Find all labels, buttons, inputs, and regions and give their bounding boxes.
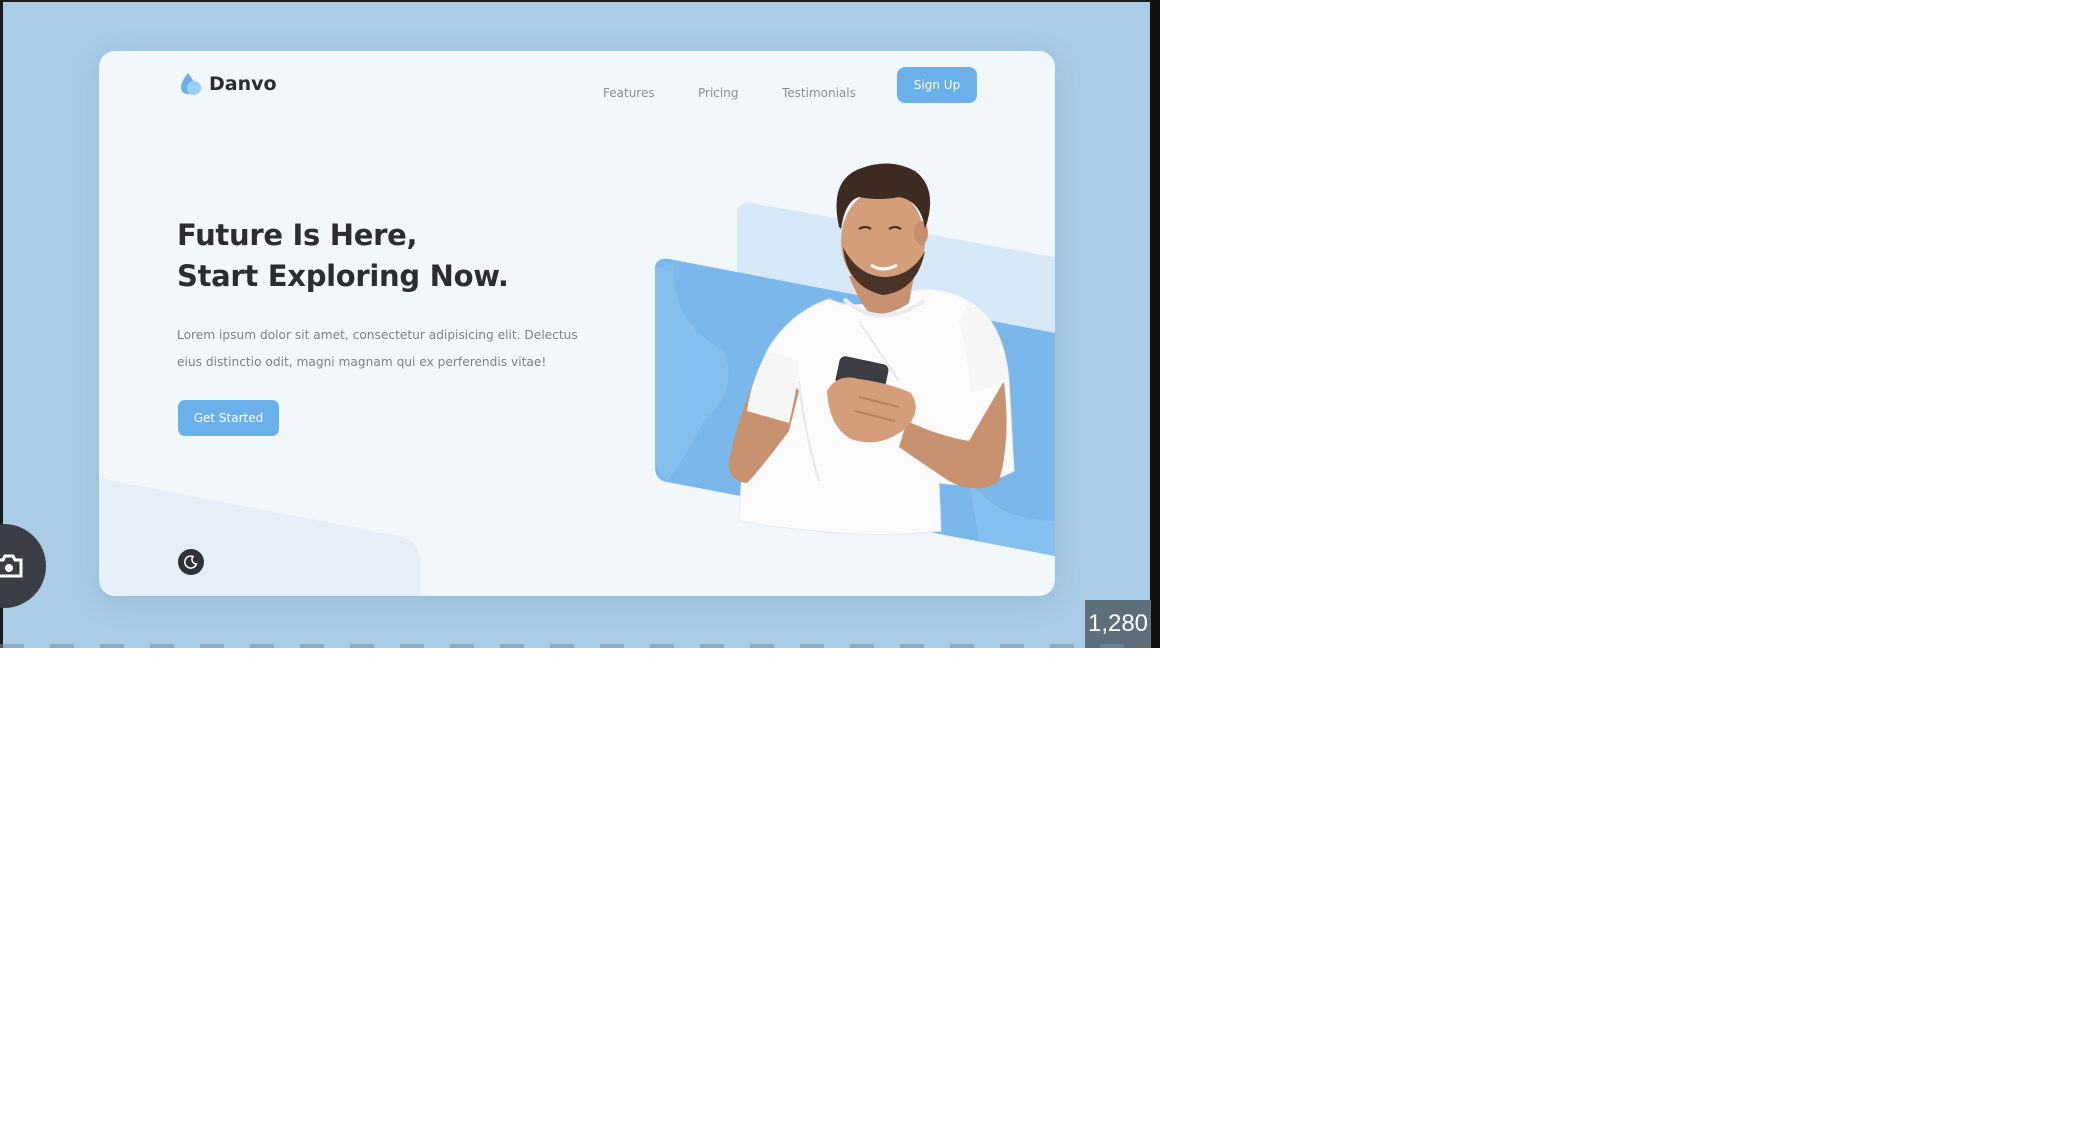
hero-description: Lorem ipsum dolor sit amet, consectetur … bbox=[177, 322, 597, 376]
frame-bottom-edge bbox=[0, 644, 1150, 648]
headline-line-1: Future Is Here, bbox=[177, 218, 418, 252]
nav-link-pricing[interactable]: Pricing bbox=[698, 78, 738, 108]
camera-icon bbox=[0, 554, 23, 578]
frame-edge-top bbox=[0, 0, 1160, 2]
description-line-1: Lorem ipsum dolor sit amet, consectetur … bbox=[177, 328, 578, 342]
nav-link-features[interactable]: Features bbox=[603, 78, 655, 108]
headline-line-2: Start Exploring Now. bbox=[177, 259, 509, 293]
sign-up-button[interactable]: Sign Up bbox=[897, 67, 977, 103]
description-line-2: eius distinctio odit, magni magnam qui e… bbox=[177, 355, 547, 369]
theme-toggle-button[interactable] bbox=[178, 549, 204, 575]
screenshot-frame: Danvo Features Pricing Testimonials Sign… bbox=[0, 0, 1160, 648]
frame-edge-right bbox=[1150, 0, 1160, 648]
landing-page-card: Danvo Features Pricing Testimonials Sign… bbox=[99, 51, 1055, 596]
screenshot-tool-button[interactable] bbox=[0, 524, 46, 608]
nav-link-testimonials[interactable]: Testimonials bbox=[782, 78, 856, 108]
moon-icon bbox=[184, 555, 198, 569]
get-started-button[interactable]: Get Started bbox=[178, 400, 279, 436]
image-size-badge: 1,280 bbox=[1085, 600, 1151, 648]
hero-headline: Future Is Here, Start Exploring Now. bbox=[177, 215, 509, 297]
